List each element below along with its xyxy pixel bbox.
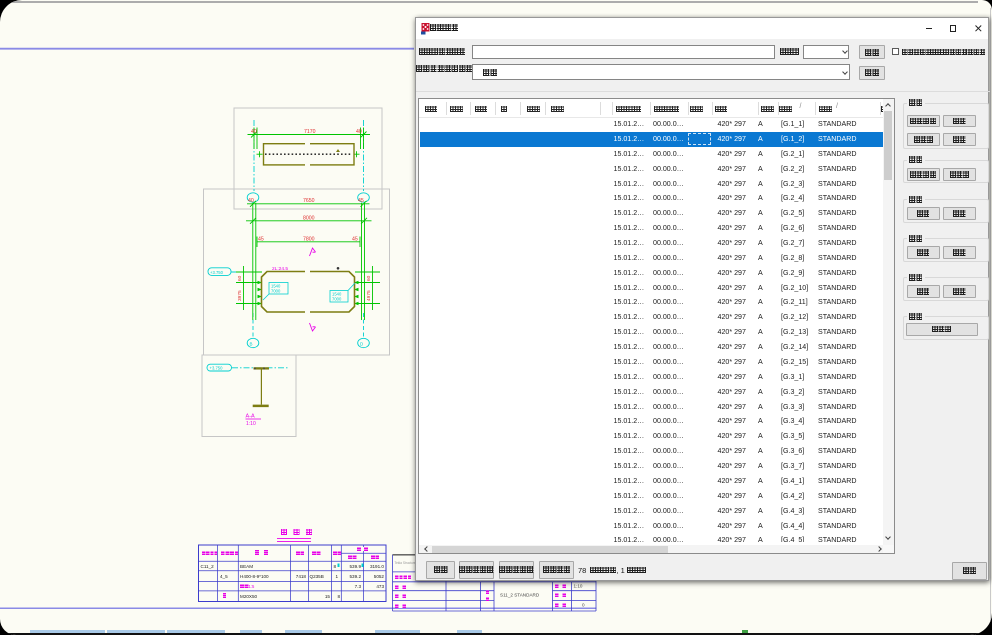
svg-text:B: B	[250, 341, 253, 346]
svg-text:7418: 7418	[296, 574, 307, 579]
svg-text:539.9: 539.9	[350, 564, 362, 569]
svg-text:60: 60	[237, 275, 243, 281]
svg-text:7.3: 7.3	[355, 584, 362, 589]
svg-text:3975: 3975	[237, 290, 243, 301]
svg-text:3191.0: 3191.0	[370, 564, 384, 569]
svg-text:1:10: 1:10	[574, 584, 583, 589]
svg-text:8: 8	[333, 564, 336, 569]
svg-text:473: 473	[376, 584, 384, 589]
svg-text:1:5: 1:5	[249, 584, 255, 589]
svg-text:1:10: 1:10	[246, 421, 256, 427]
svg-text:8: 8	[337, 594, 340, 599]
svg-text:15: 15	[325, 594, 331, 599]
svg-text:5052: 5052	[374, 574, 385, 579]
svg-text:0: 0	[582, 603, 585, 608]
svg-text:7000: 7000	[332, 297, 342, 302]
svg-text:40: 40	[356, 129, 362, 135]
svg-text:45: 45	[358, 198, 364, 204]
svg-text:7650: 7650	[303, 198, 315, 204]
svg-text:1: 1	[335, 574, 338, 579]
svg-text:4975: 4975	[366, 290, 372, 301]
svg-text:40: 40	[251, 129, 257, 135]
svg-text:7800: 7800	[303, 236, 315, 242]
svg-text:+3.750: +3.750	[210, 270, 224, 275]
svg-text:Q235B: Q235B	[310, 574, 324, 579]
svg-text:S11_2 STANDARD: S11_2 STANDARD	[500, 593, 540, 598]
svg-text:M20X50: M20X50	[240, 594, 258, 599]
svg-text:4_5: 4_5	[220, 574, 228, 579]
svg-text:7170: 7170	[304, 129, 316, 135]
svg-text:7000: 7000	[271, 289, 281, 294]
svg-text:D: D	[360, 341, 364, 346]
svg-text:60: 60	[366, 275, 372, 281]
svg-text:539.2: 539.2	[350, 574, 362, 579]
svg-text:BEAM: BEAM	[240, 564, 253, 569]
svg-text:2L:24.5: 2L:24.5	[272, 266, 288, 272]
svg-text:45: 45	[258, 236, 264, 242]
svg-text:A-A: A-A	[246, 413, 256, 419]
svg-text:8000: 8000	[303, 215, 315, 221]
svg-text:C11_2: C11_2	[201, 564, 215, 569]
svg-text:45: 45	[352, 236, 358, 242]
svg-text:40: 40	[248, 198, 254, 204]
svg-text:+3.750: +3.750	[210, 366, 224, 371]
svg-text:H400-8-9*100: H400-8-9*100	[240, 574, 269, 579]
